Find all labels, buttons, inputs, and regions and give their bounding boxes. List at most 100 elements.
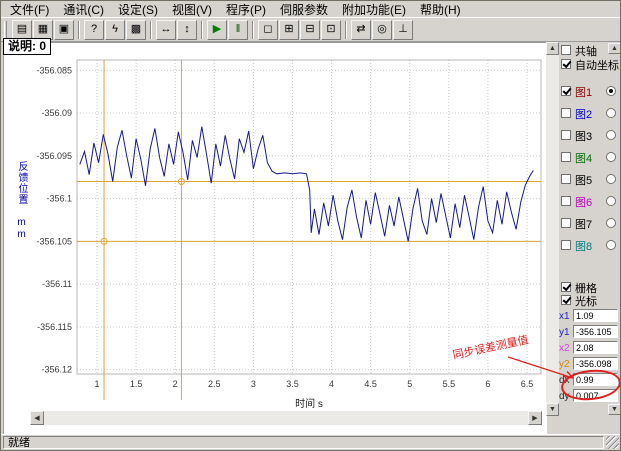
save-button[interactable]: ▦ (33, 20, 53, 40)
cursor-option-label: 光标 (575, 293, 597, 309)
crosshair-button[interactable]: ◎ (372, 20, 392, 40)
grid-option-checkbox[interactable] (561, 282, 571, 292)
graph-1-radio[interactable] (606, 86, 616, 96)
menu-item-settings[interactable]: 设定(S) (111, 0, 165, 19)
x1-label: x1 (559, 311, 570, 322)
graph-2-checkbox[interactable] (561, 108, 571, 118)
menu-item-view[interactable]: 视图(V) (165, 0, 219, 19)
graph-5-radio[interactable] (606, 174, 616, 184)
graph-1-checkbox[interactable] (561, 86, 571, 96)
y1-label: y1 (559, 327, 570, 338)
graph-3-checkbox[interactable] (561, 130, 571, 140)
graph-8-row: 图8 (559, 240, 621, 253)
graph-2-radio[interactable] (606, 108, 616, 118)
menu-item-file[interactable]: 文件(F) (3, 0, 56, 19)
graph-7-label: 图7 (575, 216, 592, 232)
y-axis-title: 反馈位置 mm (14, 161, 29, 241)
x2-input[interactable] (573, 341, 618, 354)
zoom-fit-icon: ⊡ (326, 24, 335, 35)
graph-6-row: 图6 (559, 196, 621, 209)
zoom-y-icon: ↕ (184, 24, 190, 35)
zoom-y-button[interactable]: ↕ (177, 20, 197, 40)
svg-text:-356.12: -356.12 (41, 365, 72, 375)
graph-3-row: 图3 (559, 130, 621, 143)
help-icon: ? (91, 24, 97, 35)
graph-7-row: 图7 (559, 218, 621, 231)
menu-item-servo-params[interactable]: 伺服参数 (273, 0, 335, 19)
axes-button[interactable]: ⊥ (393, 20, 413, 40)
zoom-in-button[interactable]: ⊞ (279, 20, 299, 40)
status-text: 就绪 (3, 436, 604, 449)
svg-text:6: 6 (485, 379, 490, 389)
chart-horizontal-scrollbar[interactable]: ◀ ▶ (30, 411, 542, 425)
graph-4-radio[interactable] (606, 152, 616, 162)
graph-7-checkbox[interactable] (561, 218, 571, 228)
auto-scale-row: 自动坐标 (559, 59, 621, 72)
panel-scroll-up-icon[interactable]: ▲ (608, 43, 621, 54)
zoom-x-icon: ↔ (161, 24, 172, 35)
y1-field-row: y1 (559, 325, 621, 338)
svg-text:4.5: 4.5 (364, 379, 377, 389)
scroll-right-icon[interactable]: ▶ (528, 411, 542, 425)
dx-field-row: dx (559, 373, 621, 386)
connect-button[interactable]: ϟ (105, 20, 125, 40)
common-axis-checkbox[interactable] (561, 45, 571, 55)
graph-6-checkbox[interactable] (561, 196, 571, 206)
svg-text:-356.095: -356.095 (36, 151, 72, 161)
svg-text:5: 5 (407, 379, 412, 389)
run-button[interactable]: ▶ (207, 20, 227, 40)
scroll-left-icon[interactable]: ◀ (30, 411, 44, 425)
svg-text:2: 2 (173, 379, 178, 389)
dy-field-row: dy (559, 389, 621, 402)
graph-8-radio[interactable] (606, 240, 616, 250)
toolbar: ▤▦▣? ϟ▩ ↔ ↕ ▶‖ ◻ ⊞ ⊟ ⊡ ⇄ ◎ ⊥ (1, 18, 620, 42)
graph-2-label: 图2 (575, 106, 592, 122)
auto-scale-checkbox[interactable] (561, 59, 571, 69)
select-region-icon: ◻ (263, 24, 272, 35)
x2-label: x2 (559, 343, 570, 354)
x1-input[interactable] (573, 309, 618, 322)
graph-3-radio[interactable] (606, 130, 616, 140)
chart-area[interactable]: 11.522.533.544.555.566.5-356.085-356.09-… (3, 42, 546, 436)
dx-input[interactable] (573, 373, 618, 386)
menu-item-addons[interactable]: 附加功能(E) (335, 0, 413, 19)
note-tooltip: 说明: 0 (3, 38, 51, 55)
x2-field-row: x2 (559, 341, 621, 354)
toolbar-separator (252, 21, 254, 39)
menu-item-comm[interactable]: 通讯(C) (56, 0, 111, 19)
scroll-up-icon[interactable]: ▲ (546, 42, 559, 55)
menu-item-help[interactable]: 帮助(H) (413, 0, 468, 19)
open-button[interactable]: ▤ (12, 20, 32, 40)
graph-5-checkbox[interactable] (561, 174, 571, 184)
zoom-in-icon: ⊞ (284, 24, 293, 35)
select-region-button[interactable]: ◻ (258, 20, 278, 40)
pause-button[interactable]: ‖ (228, 20, 248, 40)
graph-6-radio[interactable] (606, 196, 616, 206)
crosshair-icon: ◎ (377, 24, 387, 35)
dy-input[interactable] (573, 389, 618, 402)
graph-7-radio[interactable] (606, 218, 616, 228)
monitor-button[interactable]: ▩ (126, 20, 146, 40)
zoom-out-button[interactable]: ⊟ (300, 20, 320, 40)
pan-button[interactable]: ⇄ (351, 20, 371, 40)
print-button[interactable]: ▣ (54, 20, 74, 40)
cursor-option-row: 光标 (559, 295, 621, 308)
graph-4-checkbox[interactable] (561, 152, 571, 162)
resize-grip[interactable] (606, 436, 619, 449)
zoom-x-button[interactable]: ↔ (156, 20, 176, 40)
graph-8-checkbox[interactable] (561, 240, 571, 250)
help-button[interactable]: ? (84, 20, 104, 40)
scroll-down-icon[interactable]: ▼ (546, 403, 559, 416)
y2-input[interactable] (573, 357, 618, 370)
cursor-option-checkbox[interactable] (561, 295, 571, 305)
toolbar-separator (150, 21, 152, 39)
graph-3-label: 图3 (575, 128, 592, 144)
y1-input[interactable] (573, 325, 618, 338)
menu-item-program[interactable]: 程序(P) (219, 0, 273, 19)
chart-vertical-scrollbar[interactable]: ▲ ▼ (546, 42, 559, 416)
panel-scroll-down-icon[interactable]: ▼ (608, 404, 621, 415)
svg-text:-356.11: -356.11 (42, 279, 72, 289)
zoom-fit-button[interactable]: ⊡ (321, 20, 341, 40)
svg-text:3: 3 (251, 379, 256, 389)
chart-canvas[interactable]: 11.522.533.544.555.566.5-356.085-356.09-… (4, 43, 547, 437)
